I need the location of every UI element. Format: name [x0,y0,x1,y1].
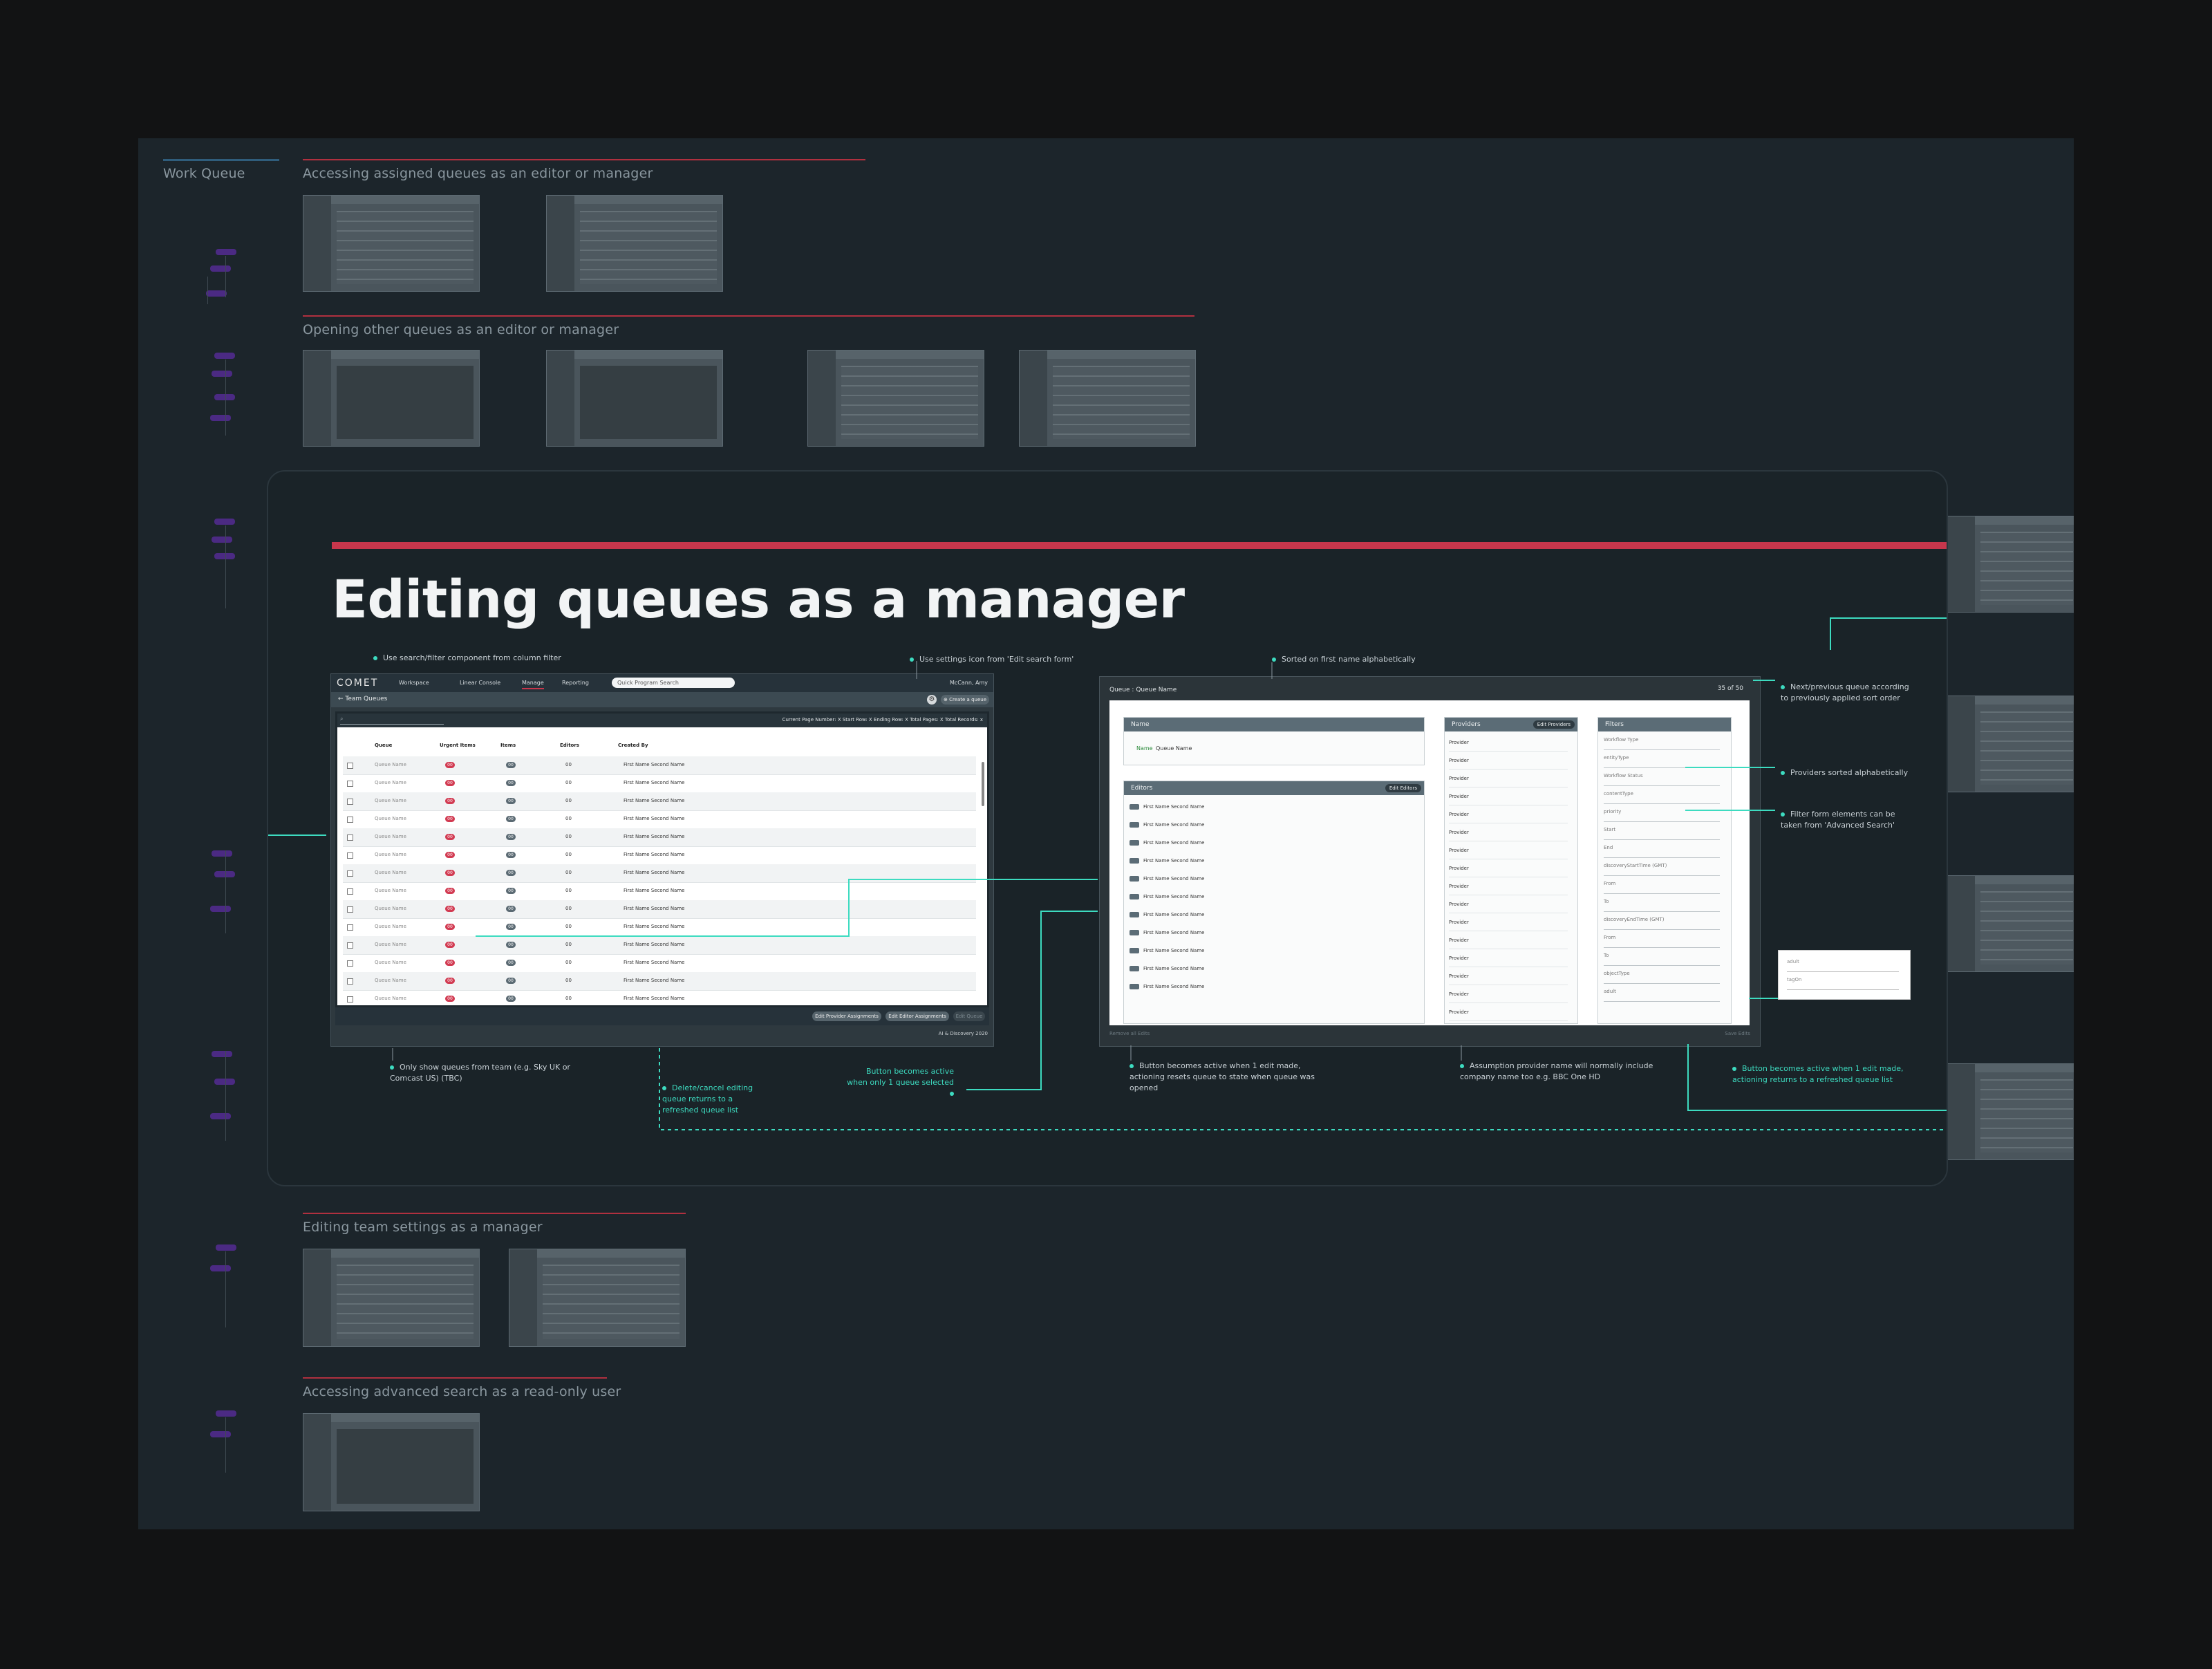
flow-diagram [166,194,249,304]
screen-thumbnail [303,1249,480,1347]
screen-thumbnail [807,350,984,447]
screen-thumbnail [546,195,723,292]
screen-thumbnail [303,350,480,447]
screen-thumbnail [1947,516,2074,613]
section-title-opening: Opening other queues as an editor or man… [303,322,619,337]
section-title-advanced-search: Accessing advanced search as a read-only… [303,1384,621,1399]
work-queue-label: Work Queue [163,166,245,181]
screen-thumbnail [1019,350,1196,447]
screen-thumbnail [1947,696,2074,792]
main-card: Editing queues as a manager Use search/f… [267,470,1948,1186]
screen-thumbnail [303,195,480,292]
work-queue-underline [163,159,279,161]
flow-diagram [166,1410,249,1521]
flow-diagram [166,1037,249,1148]
section-title-team-settings: Editing team settings as a manager [303,1220,543,1235]
flow-diagram [166,512,249,622]
section-divider [303,1377,607,1379]
flow-diagram [166,830,249,940]
section-divider [303,1213,686,1214]
screen-thumbnail [1947,875,2074,972]
flow-diagram [166,1244,249,1355]
screen-thumbnail [509,1249,686,1347]
screen-thumbnail [303,1413,480,1511]
connector-lines [268,617,1947,1130]
screen-thumbnail [546,350,723,447]
section-title-accessing: Accessing assigned queues as an editor o… [303,166,653,181]
screen-thumbnail [1947,1063,2074,1160]
section-divider [303,315,1194,317]
flow-diagram [166,346,249,456]
section-divider [303,159,865,160]
